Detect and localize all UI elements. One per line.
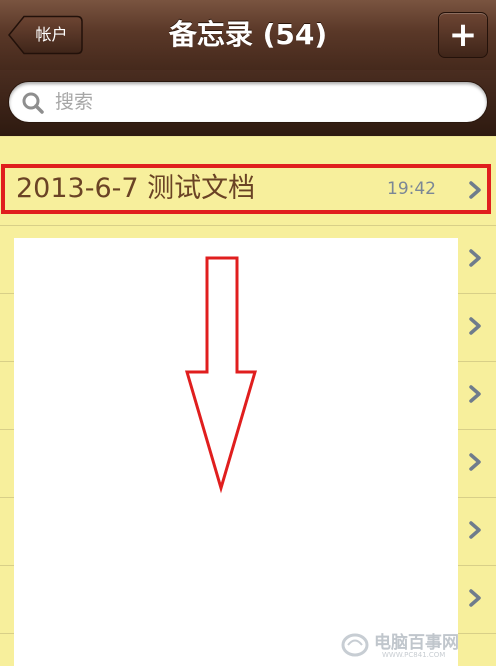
chevron-right-icon xyxy=(469,249,481,267)
chevron-right-icon xyxy=(469,385,481,403)
chevron-right-icon xyxy=(469,453,481,471)
search-bar: 搜索 xyxy=(0,70,496,136)
add-note-button[interactable]: + xyxy=(438,12,488,58)
chevron-right-icon xyxy=(469,589,481,607)
highlight-box xyxy=(1,164,491,214)
watermark-logo xyxy=(341,633,369,657)
chevron-right-icon xyxy=(469,521,481,539)
search-icon xyxy=(22,92,44,114)
down-arrow-icon xyxy=(184,256,258,494)
watermark: 电脑百事网 WWW.PC841.COM xyxy=(340,632,490,660)
search-input[interactable]: 搜索 xyxy=(8,81,488,123)
watermark-subtext: WWW.PC841.COM xyxy=(382,651,446,659)
search-placeholder: 搜索 xyxy=(55,91,94,113)
chevron-right-icon xyxy=(469,317,481,335)
page-title: 备忘录 (54) xyxy=(168,18,328,51)
navigation-bar: 帐户 备忘录 (54) + xyxy=(0,0,496,71)
notes-app-screen: 帐户 备忘录 (54) + 搜索 2013-6-7 测试文档 19:42 电脑百… xyxy=(0,0,496,666)
plus-icon: + xyxy=(448,15,478,55)
redaction-panel xyxy=(14,238,458,666)
